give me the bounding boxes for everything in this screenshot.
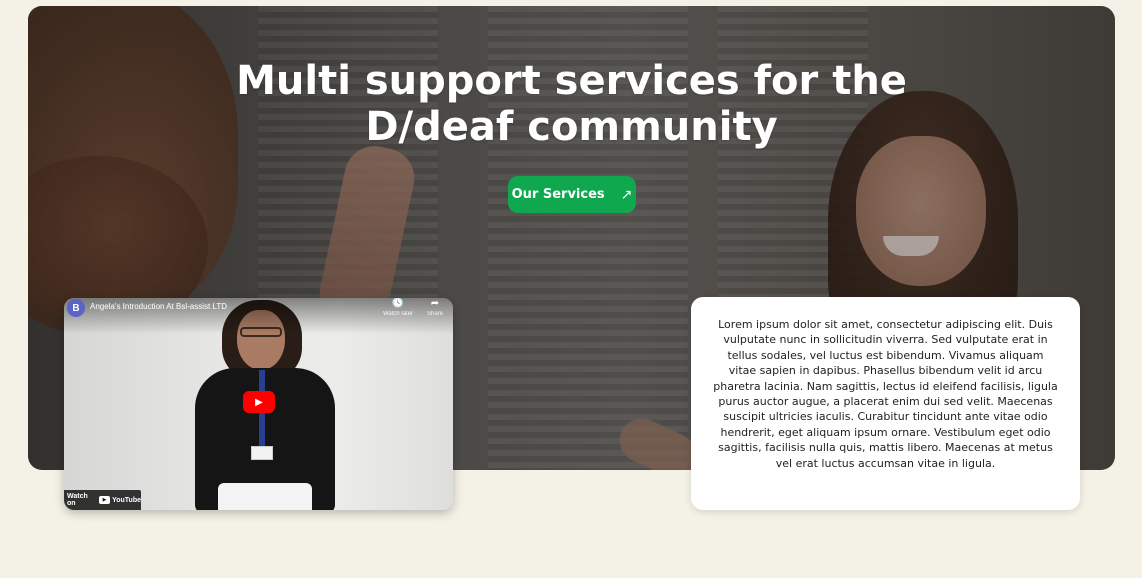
play-button[interactable]: ▶ [243,391,275,413]
hero-title: Multi support services for the D/deaf co… [236,58,907,150]
info-card-text: Lorem ipsum dolor sit amet, consectetur … [713,318,1058,470]
watch-later-button[interactable]: 🕓 Watch later [378,298,418,318]
share-button[interactable]: ➦ Share [415,298,453,318]
youtube-video-embed[interactable]: B Angela's Introduction At Bsl-assist LT… [64,298,453,510]
youtube-logo: ▶ YouTube [99,496,141,504]
channel-avatar[interactable]: B [67,299,85,317]
video-title[interactable]: Angela's Introduction At Bsl-assist LTD [90,302,227,311]
info-card: Lorem ipsum dolor sit amet, consectetur … [691,297,1080,510]
our-services-label: Our Services [511,187,605,202]
clock-icon: 🕓 [391,298,405,309]
our-services-button[interactable]: Our Services ↗ [508,176,636,213]
page: Multi support services for the D/deaf co… [0,0,1142,578]
share-label: Share [426,311,443,317]
watch-on-label: Watch on [67,493,88,507]
youtube-play-icon: ▶ [99,496,111,504]
watch-on-youtube-link[interactable]: Watch on ▶ YouTube [64,490,141,510]
arrow-up-right-icon: ↗ [620,186,633,203]
youtube-label: YouTube [112,496,141,504]
share-icon: ➦ [430,298,440,309]
watch-later-label: Watch later [382,311,414,317]
play-icon: ▶ [255,396,263,408]
